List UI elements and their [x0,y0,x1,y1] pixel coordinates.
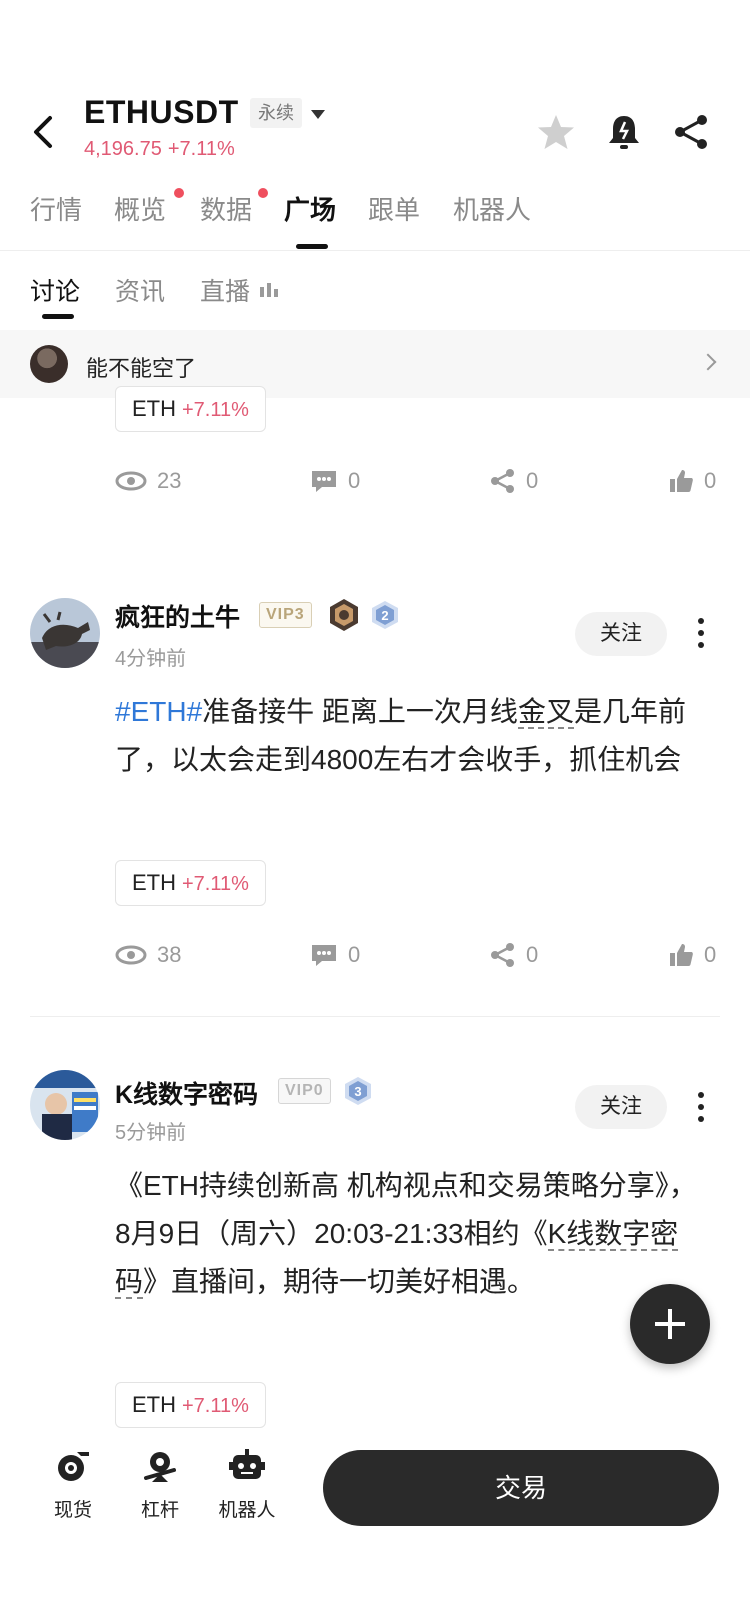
follow-button[interactable]: 关注 [575,612,667,656]
contract-type-badge[interactable]: 永续 [250,98,302,128]
nav-spot[interactable]: 现货 [33,1448,113,1522]
share-icon[interactable] [672,112,712,152]
svg-text:3: 3 [354,1084,361,1099]
chip-change: +7.11% [182,873,249,895]
active-subtab-indicator [42,314,74,319]
username[interactable]: 疯狂的土牛 [115,598,240,634]
caret-down-icon[interactable] [311,110,325,119]
post-text: 》直播间，期待一切美好相遇。 [143,1266,536,1297]
share-icon [491,469,514,493]
post-text: 准备接牛 距离上一次月线 [202,696,518,727]
nav-label: 现货 [53,1500,92,1521]
term-link[interactable]: 金叉 [517,696,574,729]
avatar[interactable] [30,1070,100,1140]
coin-chip[interactable]: ETH +7.11% [115,1382,266,1428]
robot-icon [229,1449,265,1479]
subtab-live[interactable]: 直播 [200,272,250,308]
tab-market[interactable]: 行情 [30,190,82,227]
post-content[interactable]: 《ETH持续创新高 机构视点和交易策略分享》，8月9日（周六）20:03-21:… [115,1162,705,1306]
tab-copy-trade[interactable]: 跟单 [368,190,420,227]
subtab-news[interactable]: 资讯 [115,272,165,308]
thumbs-up-icon [670,944,693,966]
chip-change: +7.11% [182,1395,249,1417]
svg-text:2: 2 [381,608,388,623]
views-stat: 38 [115,940,181,970]
chip-coin: ETH [132,396,176,421]
thumbs-up-icon [670,470,693,492]
level-badge-icon: 3 [343,1076,373,1111]
shares-stat[interactable]: 0 [490,466,538,496]
comment-icon [312,945,336,966]
likes-stat[interactable]: 0 [668,940,716,970]
price-change: +7.11% [167,138,235,160]
post-divider [30,1016,720,1017]
more-options-icon[interactable] [696,618,706,652]
level-badge-icon: 2 [370,600,400,635]
rank-medal-icon [327,598,361,637]
post-time: 5分钟前 [115,1122,187,1144]
post-content[interactable]: #ETH#准备接牛 距离上一次月线金叉是几年前了，以太会走到4800左右才会收手… [115,688,705,784]
tab-square[interactable]: 广场 [284,190,336,227]
comments-stat[interactable]: 0 [310,940,360,970]
shares-stat[interactable]: 0 [490,940,538,970]
symbol-title[interactable]: ETHUSDT [84,94,239,131]
chip-coin: ETH [132,870,176,895]
avatar[interactable] [30,598,100,668]
price-line: 4,196.75 +7.11% [84,138,241,161]
trade-button[interactable]: 交易 [323,1450,719,1526]
vip-badge: VIP3 [259,602,312,628]
coin-chip[interactable]: ETH +7.11% [115,860,266,906]
avatar [30,345,68,383]
leverage-icon [144,1452,176,1482]
eye-icon [115,945,147,965]
follow-button[interactable]: 关注 [575,1085,667,1129]
comments-stat[interactable]: 0 [310,466,360,496]
chip-change: +7.11% [182,399,249,421]
live-bars-icon [260,283,280,302]
chevron-left-icon [34,116,52,148]
nav-label: 机器人 [218,1500,276,1521]
alert-bell-icon[interactable] [604,112,644,152]
spot-icon [58,1452,89,1481]
hashtag-link[interactable]: #ETH# [115,696,202,727]
tab-overview[interactable]: 概览 [114,190,166,227]
comment-icon [312,471,336,492]
nav-label: 杠杆 [140,1500,179,1521]
overview-notification-dot [174,188,184,198]
more-options-icon[interactable] [696,1092,706,1126]
create-post-button[interactable] [630,1284,710,1364]
post-time: 4分钟前 [115,648,187,670]
eye-icon [115,471,147,491]
back-button[interactable] [22,110,66,154]
divider [0,250,750,251]
last-price: 4,196.75 [84,138,162,160]
nav-leverage[interactable]: 杠杆 [120,1448,200,1522]
favorite-star-icon[interactable] [536,112,576,152]
views-stat: 23 [115,466,181,496]
subtab-discussion[interactable]: 讨论 [30,272,80,308]
nav-robot[interactable]: 机器人 [207,1448,287,1522]
main-tabs: 行情 概览 数据 广场 跟单 机器人 [0,188,750,250]
vip-badge: VIP0 [278,1078,331,1104]
share-icon [491,943,514,967]
likes-stat[interactable]: 0 [668,466,716,496]
chip-coin: ETH [132,1392,176,1417]
active-tab-indicator [296,244,328,249]
data-notification-dot [258,188,268,198]
coin-chip[interactable]: ETH +7.11% [115,386,266,432]
tab-bots[interactable]: 机器人 [453,190,531,227]
tab-data[interactable]: 数据 [200,190,252,227]
notice-text: 能不能空了 [86,356,197,381]
username[interactable]: K线数字密码 [115,1075,258,1111]
